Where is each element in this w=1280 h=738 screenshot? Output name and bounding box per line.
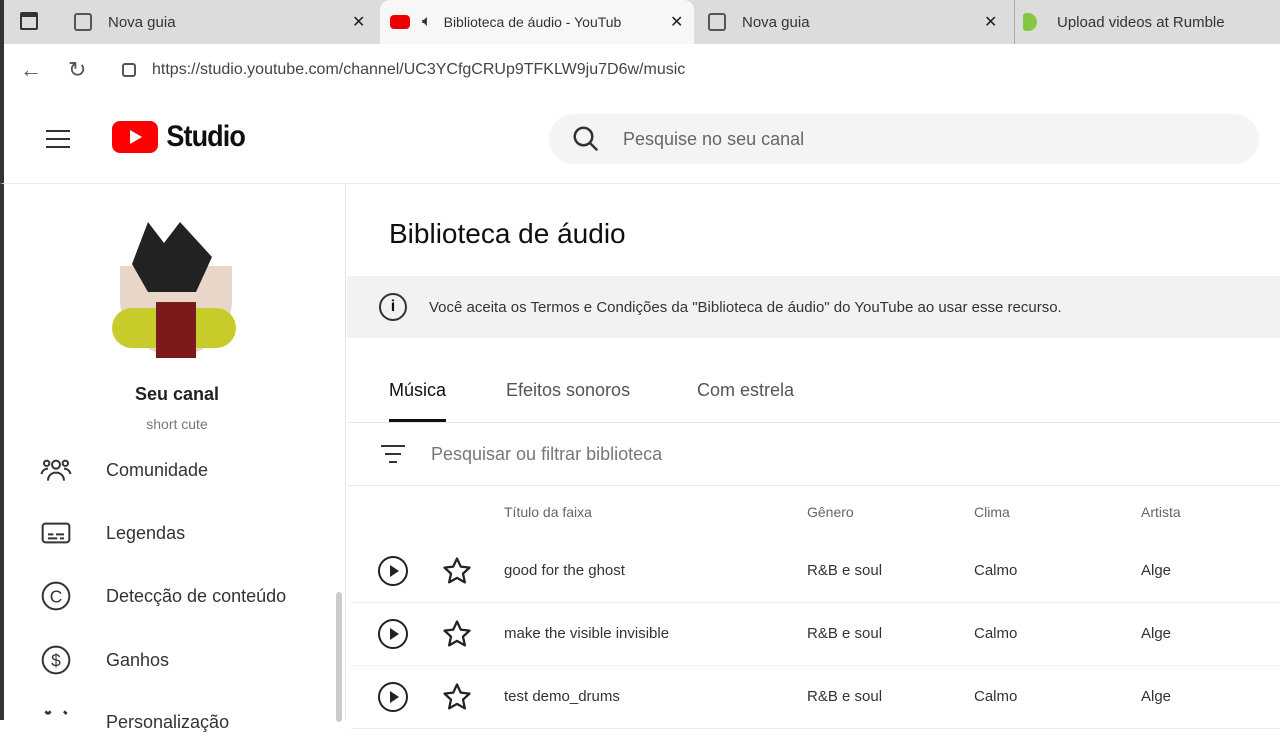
column-artist[interactable]: Artista [1141, 504, 1181, 520]
browser-tab[interactable]: Nova guia ✕ [66, 0, 378, 44]
play-icon[interactable] [377, 618, 409, 650]
svg-text:$: $ [51, 651, 61, 671]
star-icon[interactable] [442, 556, 472, 586]
tab-com-estrela[interactable]: Com estrela [697, 380, 794, 401]
logo-text: Studio [166, 120, 245, 153]
sidebar-item-personalizacao[interactable]: Personalização [40, 706, 229, 738]
channel-avatar[interactable] [112, 222, 236, 360]
studio-logo[interactable]: Studio [112, 120, 249, 154]
tab-efeitos-sonoros[interactable]: Efeitos sonoros [506, 380, 630, 401]
browser-tab[interactable]: Nova guia ✕ [700, 0, 1010, 44]
youtube-favicon-icon [390, 15, 410, 29]
menu-icon[interactable] [46, 130, 70, 148]
tab-label: Com estrela [697, 380, 795, 400]
url-field[interactable]: https://studio.youtube.com/channel/UC3YC… [114, 50, 1274, 90]
channel-search[interactable]: Pesquise no seu canal [549, 114, 1259, 164]
column-mood[interactable]: Clima [974, 504, 1010, 520]
sidebar-item-label: Personalização [106, 711, 230, 732]
page-icon [708, 13, 726, 31]
star-icon[interactable] [442, 619, 472, 649]
filter-placeholder: Pesquisar ou filtrar biblioteca [431, 444, 663, 464]
browser-tab[interactable]: Upload videos at Rumble [1014, 0, 1280, 44]
customization-icon [44, 710, 68, 715]
tab-title: Nova guia [742, 13, 810, 31]
column-genre[interactable]: Gênero [807, 504, 854, 520]
close-tab-icon[interactable]: ✕ [984, 12, 997, 32]
sidebar: Seu canal short cute Comunidade Legendas… [0, 184, 346, 732]
subtitles-icon [41, 522, 71, 544]
dollar-icon: $ [41, 645, 71, 675]
studio-header: Studio Pesquise no seu canal [0, 96, 1280, 184]
info-icon: i [379, 293, 407, 321]
table-row[interactable]: make the visible invisible R&B e soul Ca… [351, 603, 1280, 666]
track-artist: Alge [1141, 625, 1172, 642]
track-artist: Alge [1141, 688, 1172, 705]
track-mood: Calmo [974, 688, 1018, 705]
tab-title: Biblioteca de áudio - YouTub [443, 14, 622, 30]
play-icon[interactable] [377, 681, 409, 713]
sidebar-item-label: Legendas [106, 522, 186, 543]
channel-name: Seu canal [134, 384, 220, 404]
community-icon [40, 459, 72, 481]
tab-musica[interactable]: Música [389, 380, 447, 422]
close-tab-icon[interactable]: ✕ [670, 12, 683, 32]
browser-tab-active[interactable]: 🔈︎ Biblioteca de áudio - YouTub ✕ [380, 0, 694, 44]
sidebar-scrollbar[interactable] [336, 592, 342, 722]
filter-icon [381, 445, 405, 463]
sidebar-item-legendas[interactable]: Legendas [40, 517, 185, 549]
url-text: https://studio.youtube.com/channel/UC3YC… [152, 61, 686, 78]
table-header: Título da faixa Gênero Clima Artista [347, 488, 1280, 540]
track-genre: R&B e soul [807, 625, 883, 642]
youtube-logo-icon [112, 121, 158, 153]
search-placeholder: Pesquise no seu canal [623, 128, 805, 149]
sidebar-item-label: Comunidade [106, 459, 209, 480]
sidebar-item-comunidade[interactable]: Comunidade [40, 454, 208, 486]
track-title: test demo_drums [504, 688, 620, 705]
browser-tab-bar: Nova guia ✕ 🔈︎ Biblioteca de áudio - You… [0, 0, 1280, 44]
svg-text:C: C [50, 587, 63, 607]
tab-title: Upload videos at Rumble [1057, 13, 1225, 31]
track-genre: R&B e soul [807, 562, 883, 579]
sidebar-item-label: Ganhos [106, 649, 170, 670]
page-title: Biblioteca de áudio [389, 218, 626, 249]
channel-handle: short cute [146, 416, 208, 432]
page-icon [74, 13, 92, 31]
sidebar-item-deteccao-conteudo[interactable]: C Detecção de conteúdo [40, 580, 286, 612]
track-mood: Calmo [974, 625, 1018, 642]
lock-icon [122, 63, 136, 77]
track-title: make the visible invisible [504, 625, 670, 642]
back-icon[interactable]: ← [20, 57, 42, 83]
play-icon[interactable] [377, 555, 409, 587]
column-title[interactable]: Título da faixa [504, 504, 592, 520]
audio-library-main: Biblioteca de áudio i Você aceita os Ter… [347, 184, 1280, 729]
terms-notice: i Você aceita os Termos e Condições da "… [347, 276, 1280, 338]
track-artist: Alge [1141, 562, 1172, 579]
copyright-icon: C [41, 581, 71, 611]
table-row[interactable]: good for the ghost R&B e soul Calmo Alge [351, 540, 1280, 603]
search-icon [573, 126, 599, 152]
speaker-icon[interactable]: 🔈︎ [422, 13, 432, 31]
track-title: good for the ghost [504, 562, 625, 579]
tab-label: Efeitos sonoros [506, 380, 631, 400]
notice-text: Você aceita os Termos e Condições da "Bi… [429, 298, 1062, 316]
library-filter[interactable]: Pesquisar ou filtrar biblioteca [347, 424, 1280, 486]
star-icon[interactable] [442, 682, 472, 712]
sidebar-item-label: Detecção de conteúdo [106, 585, 287, 606]
track-mood: Calmo [974, 562, 1018, 579]
track-genre: R&B e soul [807, 688, 883, 705]
address-bar-row: ← ↻ https://studio.youtube.com/channel/U… [0, 44, 1280, 96]
rumble-favicon-icon [1023, 13, 1037, 31]
tab-overview-icon[interactable] [20, 12, 38, 30]
close-tab-icon[interactable]: ✕ [352, 12, 365, 32]
reload-icon[interactable]: ↻ [68, 57, 86, 83]
sidebar-item-ganhos[interactable]: $ Ganhos [40, 644, 169, 676]
tab-title: Nova guia [108, 13, 176, 31]
tab-label: Música [389, 380, 447, 400]
